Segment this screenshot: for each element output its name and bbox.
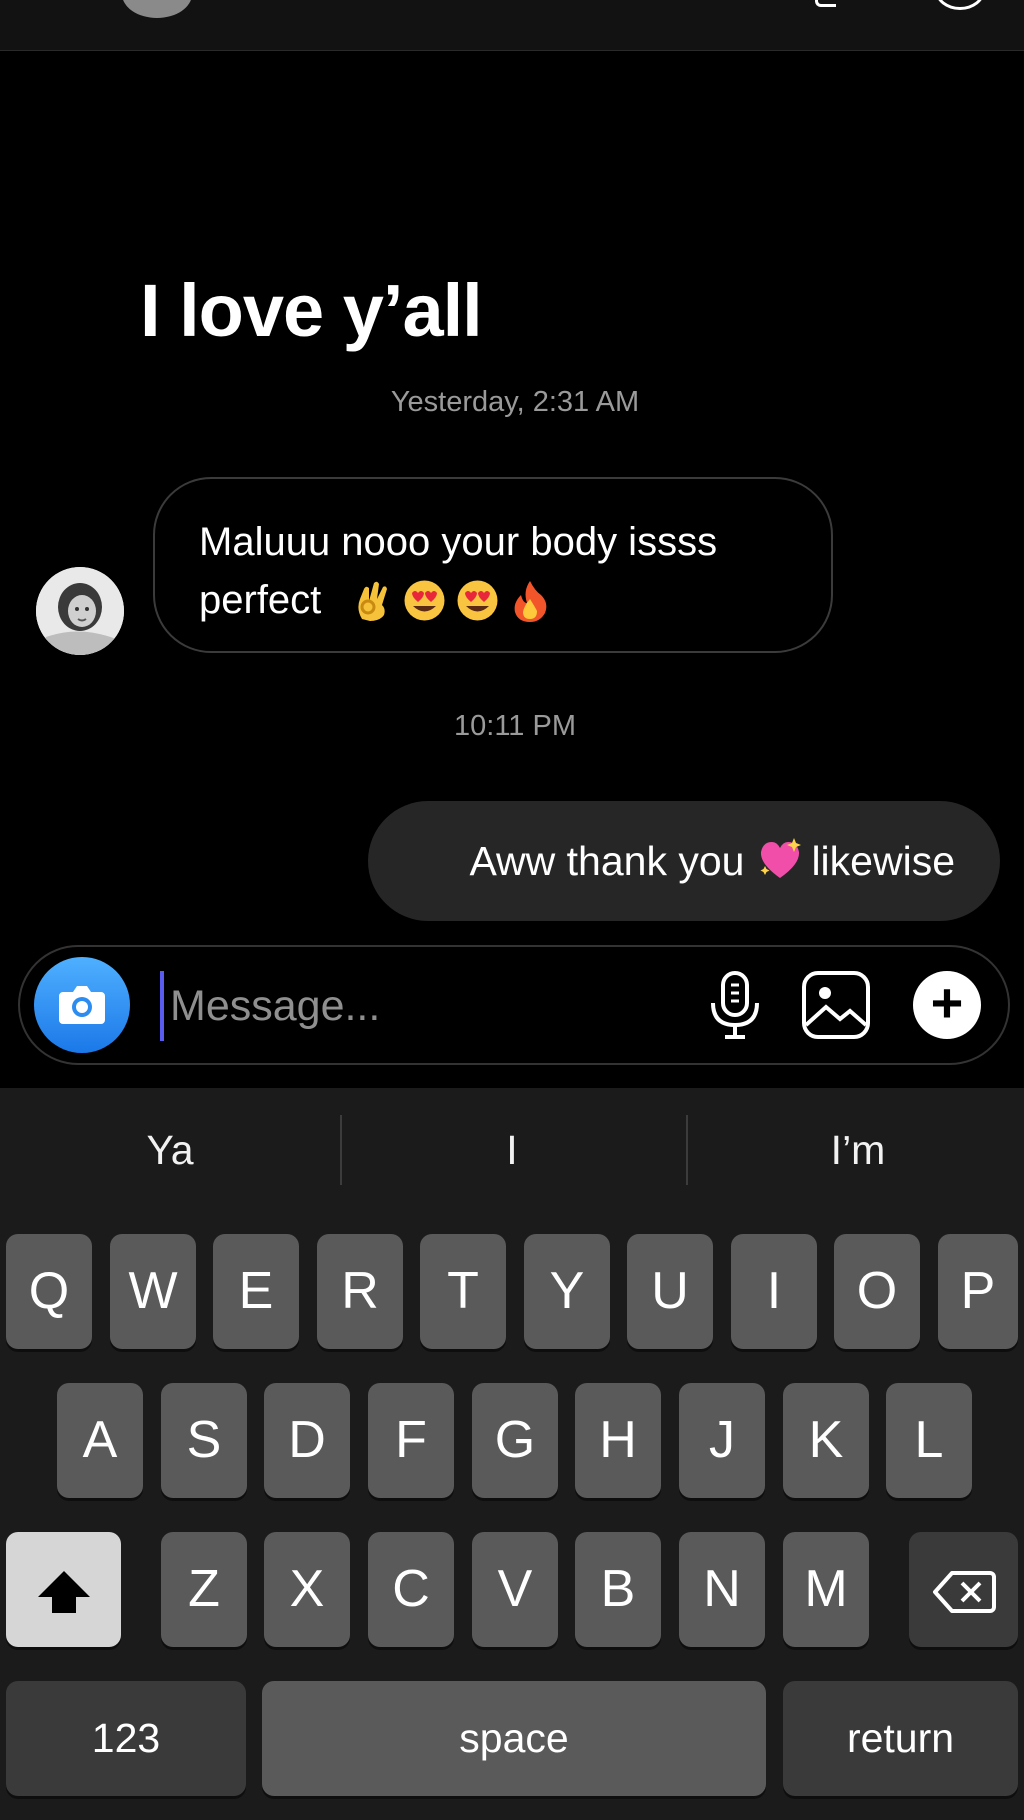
plus-icon: + (930, 971, 964, 1034)
timestamp: 10:11 PM (454, 710, 576, 742)
suggestion-item[interactable]: I (342, 1088, 682, 1212)
key-d[interactable]: D (264, 1383, 350, 1498)
header-avatar[interactable] (122, 0, 192, 18)
key-m[interactable]: M (783, 1532, 869, 1647)
key-v[interactable]: V (472, 1532, 558, 1647)
key-t[interactable]: T (420, 1234, 506, 1349)
avatar[interactable] (36, 567, 124, 655)
delete-icon (932, 1571, 996, 1614)
shift-icon (37, 1571, 90, 1614)
suggestion-bar: Ya I I’m (0, 1088, 1024, 1212)
camera-icon (59, 986, 105, 1024)
key-x[interactable]: X (264, 1532, 350, 1647)
space-key[interactable]: space (262, 1681, 766, 1796)
microphone-button[interactable] (703, 969, 767, 1043)
key-p[interactable]: P (938, 1234, 1018, 1349)
key-o[interactable]: O (834, 1234, 920, 1349)
heart-eyes-emoji (403, 579, 446, 622)
shift-key[interactable] (6, 1532, 121, 1647)
key-q[interactable]: Q (6, 1234, 92, 1349)
keyboard: Ya I I’m Q W E R T Y U I O P A S D F G H… (0, 1088, 1024, 1820)
key-h[interactable]: H (575, 1383, 661, 1498)
key-s[interactable]: S (161, 1383, 247, 1498)
key-f[interactable]: F (368, 1383, 454, 1498)
suggestion-item[interactable]: I’m (688, 1088, 1024, 1212)
delete-key[interactable] (909, 1532, 1018, 1647)
key-r[interactable]: R (317, 1234, 403, 1349)
key-c[interactable]: C (368, 1532, 454, 1647)
key-k[interactable]: K (783, 1383, 869, 1498)
key-y[interactable]: Y (524, 1234, 610, 1349)
fire-emoji (509, 579, 552, 622)
microphone-icon (711, 971, 759, 1039)
message-input[interactable] (160, 971, 670, 1041)
chat-header (0, 0, 1024, 51)
message-text: Maluuu nooo your body issss (199, 520, 718, 564)
key-z[interactable]: Z (161, 1532, 247, 1647)
return-key[interactable]: return (783, 1681, 1018, 1796)
message-text: perfect (199, 578, 322, 622)
phone-icon[interactable] (815, 0, 836, 7)
message-composer: + (18, 945, 1010, 1065)
key-w[interactable]: W (110, 1234, 196, 1349)
gallery-icon (802, 971, 870, 1039)
message-text: Aww thank you (469, 838, 745, 884)
plus-button[interactable]: + (913, 971, 981, 1039)
heart-eyes-emoji (456, 579, 499, 622)
numbers-key[interactable]: 123 (6, 1681, 246, 1796)
message-text: likewise (811, 838, 955, 884)
incoming-message-bubble[interactable]: Maluuu nooo your body issss perfect (153, 477, 833, 653)
ok-hand-emoji (350, 579, 393, 622)
key-g[interactable]: G (472, 1383, 558, 1498)
key-n[interactable]: N (679, 1532, 765, 1647)
key-a[interactable]: A (57, 1383, 143, 1498)
camera-button[interactable] (34, 957, 130, 1053)
timestamp: Yesterday, 2:31 AM (390, 386, 640, 418)
shared-text-message[interactable]: I love y’all (140, 268, 483, 353)
video-icon[interactable] (935, 0, 985, 10)
key-b[interactable]: B (575, 1532, 661, 1647)
key-i[interactable]: I (731, 1234, 817, 1349)
key-e[interactable]: E (213, 1234, 299, 1349)
suggestion-item[interactable]: Ya (0, 1088, 340, 1212)
sparkling-heart-emoji (756, 810, 802, 878)
key-u[interactable]: U (627, 1234, 713, 1349)
gallery-button[interactable] (800, 969, 872, 1041)
key-l[interactable]: L (886, 1383, 972, 1498)
key-j[interactable]: J (679, 1383, 765, 1498)
outgoing-message-bubble[interactable]: Aww thank you likewise (368, 801, 1000, 921)
